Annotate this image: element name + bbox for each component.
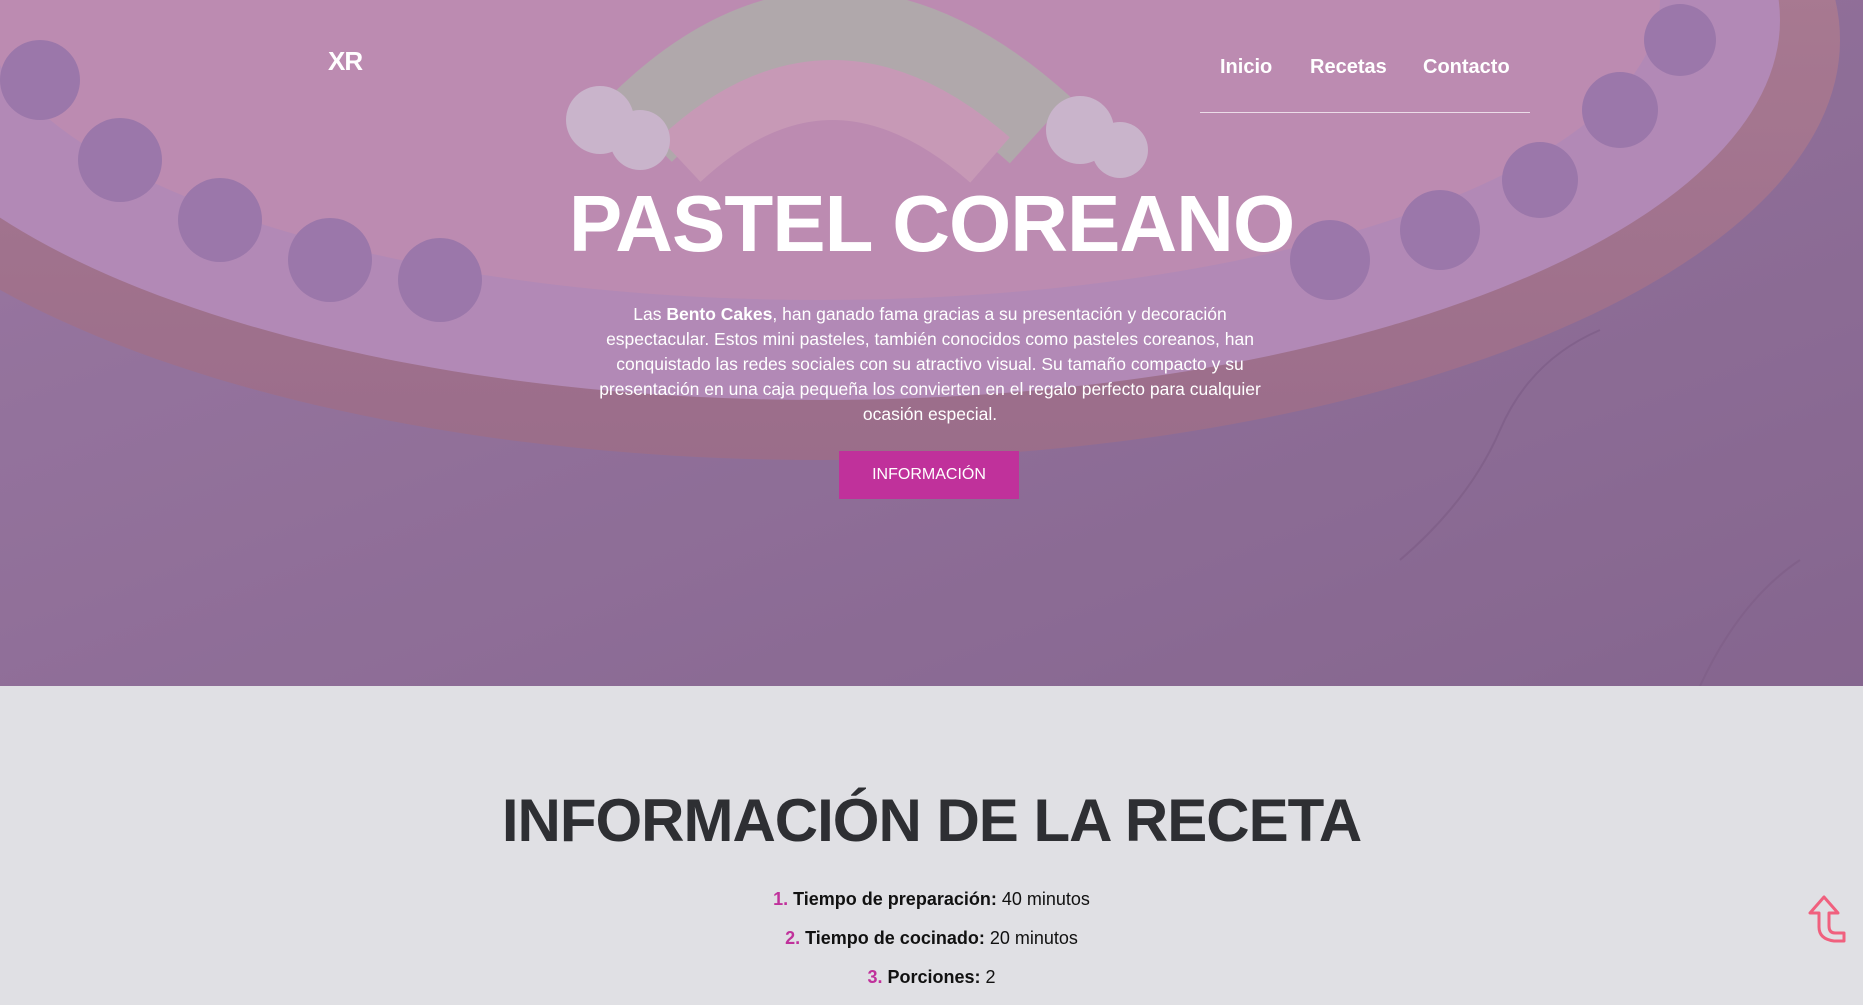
list-value: 20 minutos — [984, 928, 1078, 948]
list-value: 40 minutos — [996, 889, 1090, 909]
hero: XR Inicio Recetas Contacto PASTEL COREAN… — [0, 0, 1863, 686]
nav-item-inicio[interactable]: Inicio — [1220, 56, 1272, 79]
informacion-button[interactable]: INFORMACIÓN — [839, 451, 1019, 499]
list-label: Porciones: — [887, 967, 981, 987]
list-item: 1. Tiempo de preparación: 40 minutos — [0, 888, 1863, 927]
hero-title: PASTEL COREANO — [568, 179, 1295, 268]
section-title: INFORMACIÓN DE LA RECETA — [501, 787, 1362, 854]
list-item: 2. Tiempo de cocinado: 20 minutos — [0, 927, 1863, 966]
hero-text-start: Las — [633, 304, 667, 324]
arrow-up-icon — [1808, 895, 1846, 943]
list-number: 1. — [773, 889, 789, 909]
list-item: 3. Porciones: 2 — [0, 966, 1863, 1005]
logo[interactable]: XR — [328, 46, 363, 77]
recipe-info-section: INFORMACIÓN DE LA RECETA 1. Tiempo de pr… — [0, 686, 1863, 987]
main-nav: Inicio Recetas Contacto — [1200, 52, 1530, 113]
list-label: Tiempo de cocinado: — [805, 928, 985, 948]
scroll-to-top-button[interactable] — [1804, 893, 1850, 947]
list-number: 3. — [867, 967, 883, 987]
list-number: 2. — [785, 928, 801, 948]
hero-text-highlight: Bento Cakes — [666, 304, 773, 324]
nav-item-recetas[interactable]: Recetas — [1310, 56, 1387, 79]
list-label: Tiempo de preparación: — [793, 889, 997, 909]
recipe-info-list: 1. Tiempo de preparación: 40 minutos 2. … — [0, 888, 1863, 1005]
hero-description: Las Bento Cakes, han ganado fama gracias… — [580, 302, 1280, 427]
list-value: 2 — [980, 967, 996, 987]
nav-item-contacto[interactable]: Contacto — [1423, 56, 1510, 79]
